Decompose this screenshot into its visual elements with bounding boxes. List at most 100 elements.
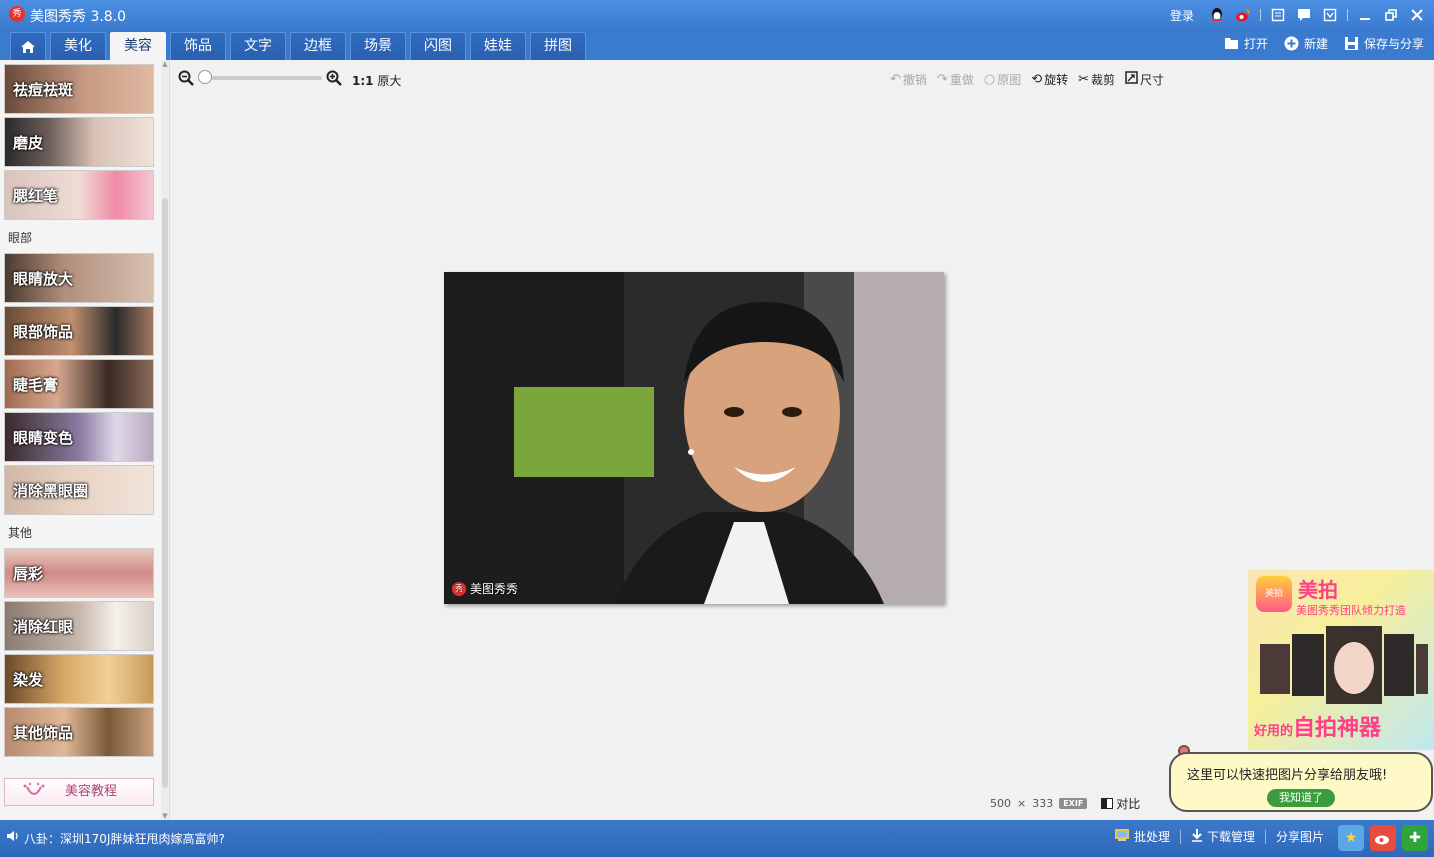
weibo-icon[interactable] (1234, 6, 1252, 24)
zoom-in-icon[interactable] (326, 70, 342, 90)
sidebar-item-label: 眼睛放大 (13, 270, 74, 288)
download-icon (1191, 828, 1203, 845)
download-manager-button[interactable]: 下载管理 (1191, 828, 1255, 845)
ratio-value: 1:1 (352, 74, 374, 88)
compare-button[interactable]: 对比 (1101, 795, 1140, 812)
section-other-label: 其他 (8, 526, 33, 540)
minimize-icon[interactable] (1356, 6, 1374, 24)
tab-doll[interactable]: 娃娃 (470, 32, 526, 60)
rotate-label: 旋转 (1044, 73, 1069, 87)
sidebar-item-other-accessories[interactable]: 其他饰品 (4, 707, 154, 757)
original-icon: ○ (983, 72, 996, 87)
ad-faces-image (1260, 626, 1428, 704)
crop-button[interactable]: ✂ 裁剪 (1078, 71, 1115, 88)
menu-icon[interactable] (1321, 6, 1339, 24)
login-link[interactable]: 登录 (1170, 7, 1194, 24)
got-it-button[interactable]: 我知道了 (1267, 789, 1335, 807)
sidebar-item-lip-gloss[interactable]: 唇彩 (4, 548, 154, 598)
sidebar-item-blush[interactable]: 腮红笔 (4, 170, 154, 220)
meipai-ad[interactable]: 美拍 美拍 美图秀秀团队倾力打造 好用的自拍神器 (1248, 570, 1434, 750)
sidebar-item-acne[interactable]: 祛痘祛斑 (4, 64, 154, 114)
feedback-icon[interactable] (1295, 6, 1313, 24)
compare-label: 对比 (1116, 797, 1141, 811)
batch-button[interactable]: 批处理 (1114, 828, 1170, 845)
sidebar-scroll-thumb[interactable] (162, 198, 168, 788)
watermark-logo-icon: 秀 (452, 581, 466, 596)
restore-icon[interactable] (1382, 6, 1400, 24)
ad-title: 美拍 (1298, 578, 1338, 602)
tab-home[interactable] (10, 32, 46, 60)
resize-icon (1125, 71, 1138, 88)
tab-text[interactable]: 文字 (230, 32, 286, 60)
new-label: 新建 (1303, 37, 1328, 51)
watermark: 秀 美图秀秀 (452, 580, 518, 597)
tab-accessories[interactable]: 饰品 (170, 32, 226, 60)
app-window: 秀 美图秀秀 3.8.0 登录 美化 美容 饰品 文字 边框 场景 闪图 娃娃 … (0, 0, 1434, 857)
sidebar-item-smooth-skin[interactable]: 磨皮 (4, 117, 154, 167)
scroll-down-icon[interactable]: ▼ (161, 812, 169, 820)
scroll-up-icon[interactable]: ▲ (161, 60, 169, 68)
crop-label: 裁剪 (1091, 73, 1116, 87)
sidebar-scrollbar[interactable]: ▲ ▼ (161, 60, 169, 820)
share-tooltip: 这里可以快速把图片分享给朋友哦! 我知道了 (1169, 752, 1433, 812)
divider (1264, 829, 1266, 844)
open-button[interactable]: 打开 (1224, 35, 1268, 52)
skin-icon[interactable] (1269, 6, 1287, 24)
home-icon (21, 41, 35, 53)
sidebar-item-label: 唇彩 (13, 565, 44, 583)
zoom-out-icon[interactable] (178, 70, 194, 90)
status-bar: 八卦：深圳170J胖妹狂甩肉嫁高富帅? 批处理 下载管理 分享图片 ★ ✚ (0, 820, 1434, 857)
photo-canvas[interactable]: 秀 美图秀秀 500 × 333 EXIF 对比 (170, 98, 1434, 820)
app-logo-icon: 秀 (9, 6, 25, 22)
image-width: 500 (990, 797, 1011, 810)
redo-label: 重做 (949, 73, 974, 87)
tab-beauty[interactable]: 美容 (110, 32, 166, 60)
sidebar-item-label: 消除黑眼圈 (13, 482, 89, 500)
sidebar-item-eye-enlarge[interactable]: 眼睛放大 (4, 253, 154, 303)
share-image-button[interactable]: 分享图片 (1276, 828, 1324, 845)
divider (1179, 829, 1181, 844)
star-icon[interactable]: ★ (1338, 825, 1364, 851)
new-button[interactable]: 新建 (1284, 35, 1328, 52)
sidebar-item-red-eye[interactable]: 消除红眼 (4, 601, 154, 651)
rotate-button[interactable]: ⟲ 旋转 (1031, 71, 1068, 88)
actual-size-button[interactable]: 1:1 原大 (352, 72, 401, 89)
sidebar-item-label: 眼睛变色 (13, 429, 74, 447)
news-ticker[interactable]: 八卦：深圳170J胖妹狂甩肉嫁高富帅? (24, 830, 225, 847)
sidebar-item-hair-dye[interactable]: 染发 (4, 654, 154, 704)
tab-scene[interactable]: 场景 (350, 32, 406, 60)
weibo-share-icon[interactable] (1370, 825, 1396, 851)
main-tab-bar: 美化 美容 饰品 文字 边框 场景 闪图 娃娃 拼图 打开 新建 保存与分享 (0, 30, 1434, 60)
undo-button[interactable]: ↶ 撤销 (890, 71, 927, 88)
tab-collage[interactable]: 拼图 (530, 32, 586, 60)
status-actions: 批处理 下载管理 分享图片 (1114, 828, 1324, 845)
tab-flash[interactable]: 闪图 (410, 32, 466, 60)
portrait-image (444, 272, 944, 604)
tab-beautify[interactable]: 美化 (50, 32, 106, 60)
edited-photo[interactable]: 秀 美图秀秀 (444, 272, 944, 604)
sidebar-item-eye-color[interactable]: 眼睛变色 (4, 412, 154, 462)
hand-icon (21, 781, 47, 809)
sidebar-item-dark-circles[interactable]: 消除黑眼圈 (4, 465, 154, 515)
close-icon[interactable] (1408, 6, 1426, 24)
tab-frame[interactable]: 边框 (290, 32, 346, 60)
speaker-icon[interactable] (6, 830, 20, 845)
section-eye-label: 眼部 (8, 231, 33, 245)
sidebar-item-mascara[interactable]: 睫毛膏 (4, 359, 154, 409)
save-share-button[interactable]: 保存与分享 (1344, 35, 1424, 52)
redo-button[interactable]: ↷ 重做 (937, 71, 974, 88)
add-icon[interactable]: ✚ (1402, 825, 1428, 851)
original-button[interactable]: ○ 原图 (984, 71, 1021, 88)
ad-slogan-main: 自拍神器 (1293, 716, 1382, 741)
resize-label: 尺寸 (1140, 73, 1165, 87)
meipai-logo-icon: 美拍 (1256, 576, 1292, 612)
sidebar-item-eye-accessories[interactable]: 眼部饰品 (4, 306, 154, 356)
exif-button[interactable]: EXIF (1059, 798, 1088, 809)
zoom-slider-handle[interactable] (198, 70, 212, 84)
zoom-slider[interactable] (202, 76, 322, 80)
qq-icon[interactable] (1208, 6, 1226, 24)
app-title: 美图秀秀 3.8.0 (30, 9, 127, 25)
open-label: 打开 (1243, 37, 1268, 51)
beauty-tutorial-button[interactable]: 美容教程 (4, 778, 154, 806)
resize-button[interactable]: 尺寸 (1125, 71, 1164, 88)
